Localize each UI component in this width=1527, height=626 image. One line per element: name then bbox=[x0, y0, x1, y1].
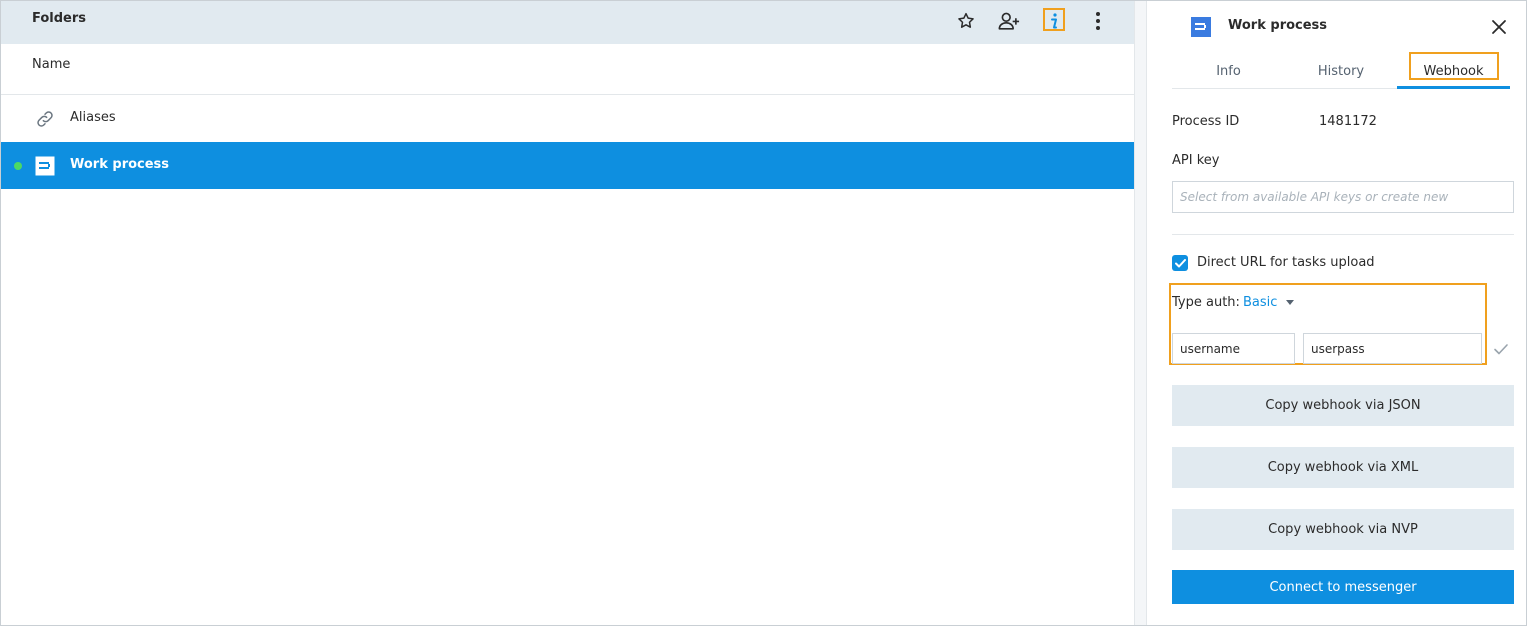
close-icon[interactable] bbox=[1488, 16, 1510, 38]
api-key-label: API key bbox=[1172, 153, 1220, 168]
section-divider bbox=[1172, 234, 1514, 235]
panel-title: Work process bbox=[1228, 18, 1328, 33]
webhook-tab-highlight bbox=[1409, 52, 1499, 80]
process-icon bbox=[1191, 17, 1211, 37]
list-item-work-process[interactable]: Work process bbox=[1, 142, 1134, 189]
details-panel: Work process Info History Webhook Proces… bbox=[1147, 1, 1526, 625]
active-tab-indicator bbox=[1397, 86, 1510, 89]
folders-pane: Folders Name Aliases Work process bbox=[1, 1, 1134, 625]
list-item-label: Aliases bbox=[70, 110, 116, 125]
username-field[interactable] bbox=[1172, 333, 1295, 364]
confirm-check-icon[interactable] bbox=[1493, 341, 1509, 357]
direct-url-label: Direct URL for tasks upload bbox=[1197, 255, 1375, 270]
link-icon bbox=[34, 108, 56, 130]
process-icon bbox=[34, 155, 56, 177]
folders-title: Folders bbox=[32, 11, 87, 26]
add-user-icon[interactable] bbox=[997, 9, 1021, 33]
copy-webhook-xml-button[interactable]: Copy webhook via XML bbox=[1172, 447, 1514, 488]
star-icon[interactable] bbox=[954, 9, 978, 33]
column-header-label: Name bbox=[32, 57, 71, 72]
tab-info[interactable]: Info bbox=[1172, 53, 1285, 89]
password-field[interactable] bbox=[1303, 333, 1482, 364]
status-dot bbox=[14, 162, 22, 170]
list-item-label: Work process bbox=[70, 157, 170, 172]
copy-webhook-json-button[interactable]: Copy webhook via JSON bbox=[1172, 385, 1514, 426]
list-item-aliases[interactable]: Aliases bbox=[1, 95, 1134, 142]
type-auth-select[interactable]: Basic bbox=[1243, 295, 1295, 310]
more-vertical-icon[interactable] bbox=[1086, 9, 1110, 33]
api-key-input[interactable] bbox=[1172, 181, 1514, 213]
chevron-down-icon bbox=[1286, 300, 1295, 305]
copy-webhook-nvp-button[interactable]: Copy webhook via NVP bbox=[1172, 509, 1514, 550]
type-auth-label: Type auth: bbox=[1172, 295, 1240, 310]
connect-messenger-button[interactable]: Connect to messenger bbox=[1172, 570, 1514, 604]
panel-tabs: Info History Webhook bbox=[1172, 52, 1510, 89]
folders-header: Folders bbox=[1, 1, 1134, 44]
column-header-name[interactable]: Name bbox=[1, 44, 1134, 95]
process-id-label: Process ID bbox=[1172, 114, 1240, 129]
pane-splitter[interactable] bbox=[1134, 1, 1147, 625]
type-auth-value: Basic bbox=[1243, 295, 1278, 310]
tab-history[interactable]: History bbox=[1285, 53, 1397, 89]
info-icon[interactable] bbox=[1042, 9, 1066, 33]
direct-url-checkbox[interactable] bbox=[1172, 255, 1188, 271]
process-id-value: 1481172 bbox=[1319, 114, 1377, 129]
